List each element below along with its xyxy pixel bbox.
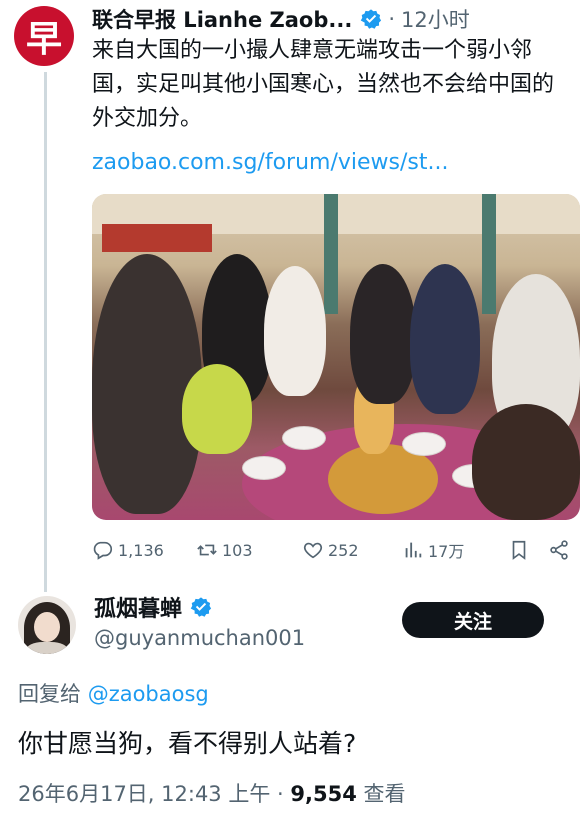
article-link[interactable]: zaobao.com.sg/forum/views/st... — [92, 150, 448, 175]
retweet-count: 103 — [222, 540, 253, 560]
photo-person — [472, 404, 580, 520]
reply-text: 你甘愿当狗，看不得别人站着? — [18, 729, 357, 758]
verified-badge-icon — [360, 8, 382, 30]
photo-pillar — [324, 194, 338, 314]
like-count: 252 — [328, 540, 359, 560]
reply-button[interactable]: 1,136 — [92, 536, 164, 564]
like-button[interactable]: 252 — [302, 536, 359, 564]
photo-person — [92, 254, 202, 514]
reply-author: 孤烟暮蝉 — [94, 592, 212, 622]
photo-banner — [102, 224, 212, 252]
retweet-button[interactable]: 103 — [196, 536, 253, 564]
photo-plate — [242, 456, 286, 480]
tweet-header: 联合早报 Lianhe Zaob... · 12小时 — [92, 4, 576, 34]
tweet-photo[interactable] — [92, 194, 580, 520]
photo-person — [410, 264, 480, 414]
reply-timestamp[interactable]: 26年6月17日, 12:43 上午 — [18, 782, 270, 806]
reply-count: 1,136 — [118, 540, 164, 560]
views-icon — [405, 542, 422, 558]
bookmark-icon — [512, 540, 526, 560]
follow-button[interactable]: 关注 — [402, 602, 544, 638]
reply-meta: 26年6月17日, 12:43 上午 · 9,554 查看 — [18, 778, 406, 808]
photo-person — [264, 266, 326, 396]
verified-badge-icon — [190, 596, 212, 618]
reply-to-prefix: 回复给 — [18, 682, 88, 706]
photo-plate — [282, 426, 326, 450]
share-button[interactable] — [548, 536, 574, 564]
tweet-action-bar: 1,136 103 252 17万 — [92, 536, 574, 564]
views-count: 17万 — [428, 542, 465, 561]
share-icon — [550, 540, 568, 560]
avatar-face — [34, 612, 60, 642]
user-avatar[interactable] — [18, 596, 76, 654]
photo-child — [182, 364, 252, 454]
photo-plate — [402, 432, 446, 456]
author-name[interactable]: 联合早报 Lianhe Zaob... — [92, 4, 352, 34]
reply-views-label: 查看 — [356, 782, 406, 806]
zaobao-avatar[interactable]: 早 — [14, 6, 74, 66]
meta-separator-dot: · — [270, 782, 291, 806]
reply-author-name[interactable]: 孤烟暮蝉 — [94, 591, 182, 623]
avatar-glyph: 早 — [25, 18, 62, 60]
photo-person — [350, 264, 416, 404]
bookmark-button[interactable] — [508, 536, 534, 564]
reply-author-handle[interactable]: @guyanmuchan001 — [94, 626, 305, 650]
replying-to: 回复给 @zaobaosg — [18, 678, 209, 708]
avatar-shirt — [26, 642, 68, 654]
reply-to-mention[interactable]: @zaobaosg — [88, 682, 209, 706]
tweet-text: 来自大国的一小撮人肆意无端攻击一个弱小邻国，实足叫其他小国寒心，当然也不会给中国… — [92, 38, 555, 131]
tweet-time[interactable]: 12小时 — [401, 4, 470, 34]
views-button[interactable]: 17万 — [402, 536, 464, 564]
photo-pillar — [482, 194, 496, 314]
separator-dot: · — [388, 7, 395, 31]
like-icon — [303, 542, 323, 559]
thread-connector-line — [44, 72, 47, 592]
retweet-icon — [197, 544, 217, 556]
reply-icon — [93, 541, 113, 560]
reply-views-count: 9,554 — [290, 782, 357, 806]
